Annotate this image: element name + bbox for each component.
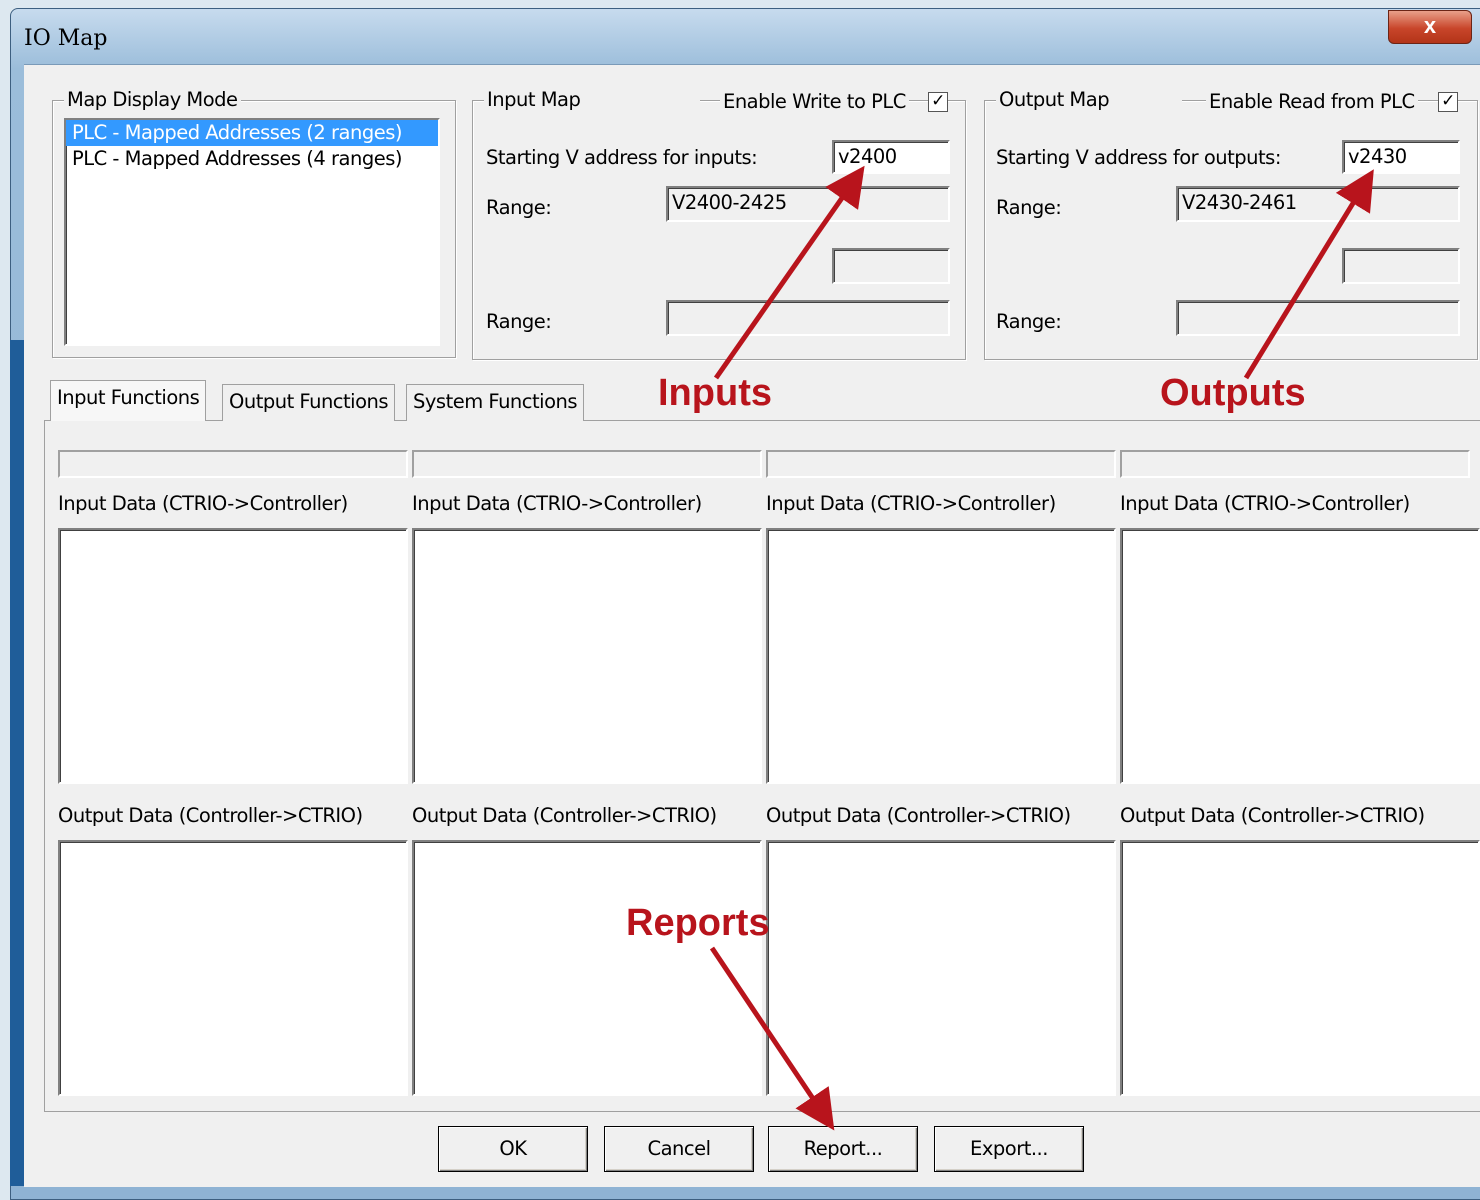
cancel-button[interactable]: Cancel xyxy=(604,1126,754,1172)
ok-button[interactable]: OK xyxy=(438,1126,588,1172)
tab-input-functions[interactable]: Input Functions xyxy=(50,380,207,421)
input-data-box-2[interactable] xyxy=(412,528,762,784)
input-data-label-1: Input Data (CTRIO->Controller) xyxy=(58,492,348,515)
annotation-reports: Reports xyxy=(626,902,770,944)
output-data-box-1[interactable] xyxy=(58,840,408,1096)
window-frame-left xyxy=(10,340,24,1186)
annotation-inputs: Inputs xyxy=(658,372,772,414)
output-range-field-1: V2430-2461 xyxy=(1176,186,1460,222)
enable-read-checkbox[interactable]: ✓ xyxy=(1438,92,1458,112)
input-map-legend: Input Map xyxy=(484,88,700,111)
close-icon[interactable]: x xyxy=(1388,10,1472,44)
column-header-2 xyxy=(412,450,762,478)
output-data-label-3: Output Data (Controller->CTRIO) xyxy=(766,804,1071,827)
column-header-3 xyxy=(766,450,1116,478)
display-mode-listbox[interactable]: PLC - Mapped Addresses (2 ranges) PLC - … xyxy=(64,118,440,346)
input-start-label: Starting V address for inputs: xyxy=(486,146,758,169)
input-range-field-2 xyxy=(832,248,950,284)
tab-output-functions[interactable]: Output Functions xyxy=(222,384,396,421)
output-start-label: Starting V address for outputs: xyxy=(996,146,1281,169)
output-range-field-3 xyxy=(1176,300,1460,336)
output-data-label-2: Output Data (Controller->CTRIO) xyxy=(412,804,717,827)
output-data-box-3[interactable] xyxy=(766,840,1116,1096)
output-range-label-1: Range: xyxy=(996,196,1062,219)
display-mode-option-4-ranges[interactable]: PLC - Mapped Addresses (4 ranges) xyxy=(66,146,438,172)
annotation-outputs: Outputs xyxy=(1160,372,1306,414)
enable-write-label: Enable Write to PLC xyxy=(720,90,909,113)
enable-write-checkbox[interactable]: ✓ xyxy=(928,92,948,112)
column-header-4 xyxy=(1120,450,1470,478)
input-range-label-2: Range: xyxy=(486,310,552,333)
output-range-label-2: Range: xyxy=(996,310,1062,333)
input-data-box-1[interactable] xyxy=(58,528,408,784)
input-data-label-4: Input Data (CTRIO->Controller) xyxy=(1120,492,1410,515)
input-data-box-3[interactable] xyxy=(766,528,1116,784)
input-data-label-2: Input Data (CTRIO->Controller) xyxy=(412,492,702,515)
output-data-box-2[interactable] xyxy=(412,840,762,1096)
input-range-field-1: V2400-2425 xyxy=(666,186,950,222)
output-data-label-1: Output Data (Controller->CTRIO) xyxy=(58,804,363,827)
input-start-address-field[interactable]: v2400 xyxy=(832,140,950,174)
input-data-label-3: Input Data (CTRIO->Controller) xyxy=(766,492,1056,515)
export-button[interactable]: Export... xyxy=(934,1126,1084,1172)
input-range-field-3 xyxy=(666,300,950,336)
window-title: IO Map xyxy=(24,26,108,51)
output-data-label-4: Output Data (Controller->CTRIO) xyxy=(1120,804,1425,827)
column-header-1 xyxy=(58,450,408,478)
tab-system-functions[interactable]: System Functions xyxy=(406,384,585,421)
input-data-box-4[interactable] xyxy=(1120,528,1480,784)
report-button[interactable]: Report... xyxy=(768,1126,918,1172)
map-display-mode-legend: Map Display Mode xyxy=(64,88,241,111)
output-data-box-4[interactable] xyxy=(1120,840,1480,1096)
output-range-field-2 xyxy=(1342,248,1460,284)
display-mode-option-2-ranges[interactable]: PLC - Mapped Addresses (2 ranges) xyxy=(66,120,438,146)
enable-read-label: Enable Read from PLC xyxy=(1206,90,1418,113)
output-start-address-field[interactable]: v2430 xyxy=(1342,140,1460,174)
input-range-label-1: Range: xyxy=(486,196,552,219)
output-map-legend: Output Map xyxy=(996,88,1182,111)
